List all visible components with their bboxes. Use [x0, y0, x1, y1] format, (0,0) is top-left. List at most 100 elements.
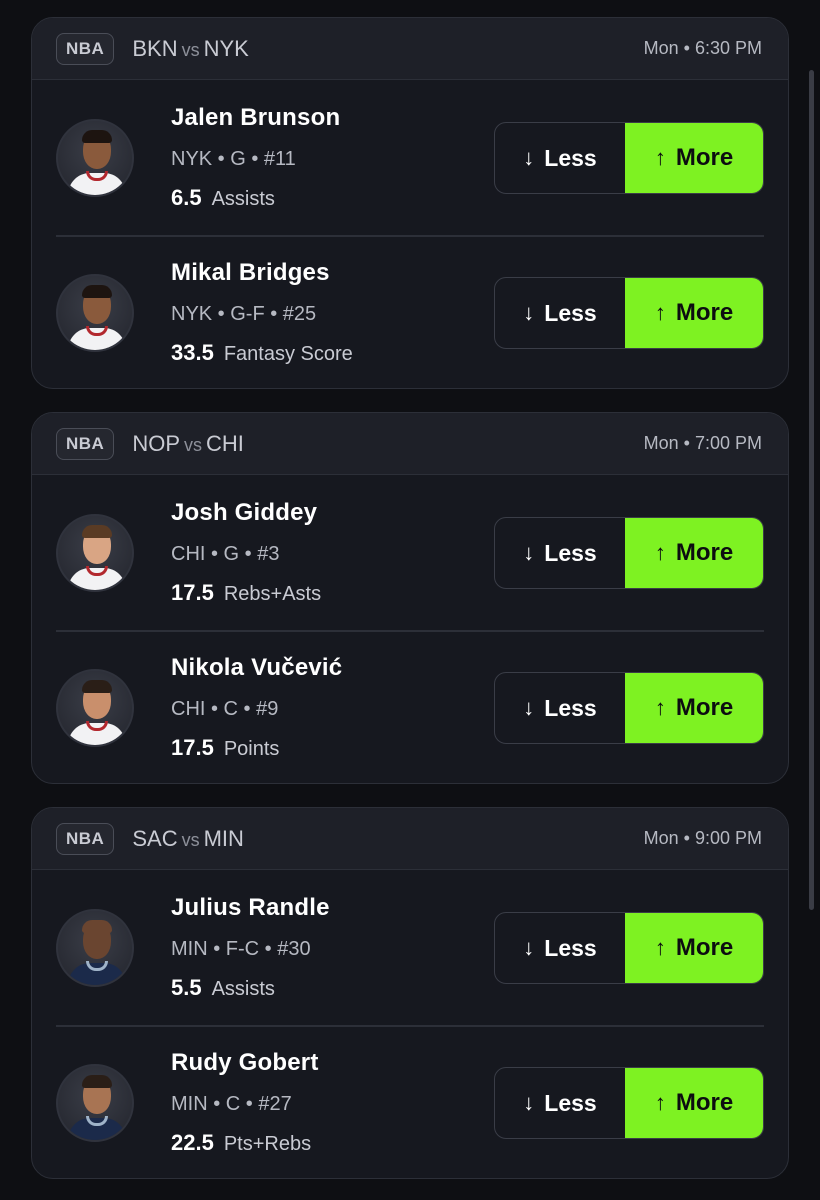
game-header: NBA SAC vs MIN Mon • 9:00 PM — [32, 808, 788, 870]
away-team: BKN — [132, 35, 178, 61]
prop-line: 33.5 Fantasy Score — [171, 340, 353, 366]
prop-stat: Points — [223, 738, 280, 760]
more-button[interactable]: ↑ More — [625, 278, 763, 348]
player-meta: NYK • G • #11 — [171, 148, 296, 170]
matchup: SAC vs MIN — [132, 826, 244, 852]
pick-group: ↓ Less ↑ More — [494, 1067, 764, 1139]
away-team: NOP — [132, 430, 181, 456]
less-label: Less — [544, 934, 597, 961]
player-avatar — [56, 908, 134, 987]
more-label: More — [675, 539, 734, 566]
league-badge: NBA — [56, 822, 115, 855]
scrollbar[interactable] — [809, 70, 814, 910]
player-avatar — [56, 513, 134, 592]
prop-value: 5.5 — [171, 975, 202, 1000]
more-label: More — [675, 934, 734, 961]
player-info: Rudy Gobert MIN • C • #27 22.5 Pts+Rebs — [171, 1049, 319, 1156]
player-info: Jalen Brunson NYK • G • #11 6.5 Assists — [171, 104, 340, 211]
more-label: More — [675, 144, 734, 171]
prop-line: 22.5 Pts+Rebs — [171, 1130, 319, 1156]
prop-value: 22.5 — [171, 1130, 214, 1155]
player-info: Nikola Vučević CHI • C • #9 17.5 Points — [171, 654, 342, 761]
prop-line: 17.5 Points — [171, 735, 342, 761]
home-team: NYK — [203, 35, 249, 61]
more-label: More — [675, 694, 734, 721]
less-button[interactable]: ↓ Less — [495, 673, 625, 743]
prop-stat: Assists — [211, 188, 275, 210]
game-time: Mon • 7:00 PM — [643, 433, 762, 453]
arrow-down-icon: ↓ — [523, 145, 535, 170]
less-label: Less — [544, 144, 597, 171]
prop-value: 33.5 — [171, 340, 214, 365]
arrow-down-icon: ↓ — [523, 695, 535, 720]
less-button[interactable]: ↓ Less — [495, 518, 625, 588]
less-button[interactable]: ↓ Less — [495, 278, 625, 348]
arrow-up-icon: ↑ — [654, 1090, 666, 1115]
more-label: More — [675, 1089, 734, 1116]
player-row: Nikola Vučević CHI • C • #9 17.5 Points … — [32, 630, 788, 783]
arrow-up-icon: ↑ — [654, 935, 666, 960]
more-button[interactable]: ↑ More — [625, 673, 763, 743]
more-button[interactable]: ↑ More — [625, 123, 763, 193]
game-card: NBA SAC vs MIN Mon • 9:00 PM Julius Rand… — [31, 807, 789, 1179]
arrow-up-icon: ↑ — [654, 145, 666, 170]
less-button[interactable]: ↓ Less — [495, 123, 625, 193]
prop-value: 6.5 — [171, 185, 202, 210]
player-row: Jalen Brunson NYK • G • #11 6.5 Assists … — [32, 80, 788, 235]
game-card: NBA NOP vs CHI Mon • 7:00 PM Josh Giddey… — [31, 412, 789, 784]
game-header: NBA BKN vs NYK Mon • 6:30 PM — [32, 18, 788, 80]
league-badge: NBA — [56, 427, 115, 460]
more-button[interactable]: ↑ More — [625, 1068, 763, 1138]
player-name: Josh Giddey — [171, 499, 318, 526]
vs-label: vs — [181, 39, 200, 60]
away-team: SAC — [132, 825, 178, 851]
arrow-up-icon: ↑ — [654, 540, 666, 565]
more-button[interactable]: ↑ More — [625, 518, 763, 588]
less-label: Less — [544, 1089, 597, 1116]
player-row: Mikal Bridges NYK • G-F • #25 33.5 Fanta… — [32, 235, 788, 388]
prop-line: 5.5 Assists — [171, 975, 330, 1001]
player-meta: MIN • C • #27 — [171, 1093, 292, 1115]
less-label: Less — [544, 539, 597, 566]
player-name: Rudy Gobert — [171, 1049, 319, 1076]
vs-label: vs — [184, 434, 203, 455]
player-meta: CHI • C • #9 — [171, 698, 279, 720]
player-avatar — [56, 1063, 134, 1142]
player-info: Mikal Bridges NYK • G-F • #25 33.5 Fanta… — [171, 259, 353, 366]
more-button[interactable]: ↑ More — [625, 913, 763, 983]
pick-group: ↓ Less ↑ More — [494, 277, 764, 349]
pick-group: ↓ Less ↑ More — [494, 672, 764, 744]
player-name: Nikola Vučević — [171, 654, 343, 681]
game-time: Mon • 6:30 PM — [643, 38, 762, 58]
player-row: Josh Giddey CHI • G • #3 17.5 Rebs+Asts … — [32, 475, 788, 630]
player-info: Josh Giddey CHI • G • #3 17.5 Rebs+Asts — [171, 499, 321, 606]
player-name: Julius Randle — [171, 894, 330, 921]
player-avatar — [56, 668, 134, 747]
player-meta: CHI • G • #3 — [171, 543, 280, 565]
prop-stat: Pts+Rebs — [223, 1133, 312, 1155]
arrow-down-icon: ↓ — [523, 300, 535, 325]
less-button[interactable]: ↓ Less — [495, 913, 625, 983]
prop-stat: Rebs+Asts — [223, 583, 322, 605]
vs-label: vs — [181, 829, 200, 850]
player-name: Mikal Bridges — [171, 259, 330, 286]
prop-line: 17.5 Rebs+Asts — [171, 580, 321, 606]
player-meta: NYK • G-F • #25 — [171, 303, 317, 325]
matchup: BKN vs NYK — [132, 36, 249, 62]
game-time: Mon • 9:00 PM — [643, 828, 762, 848]
player-info: Julius Randle MIN • F-C • #30 5.5 Assist… — [171, 894, 330, 1001]
league-badge: NBA — [56, 32, 115, 65]
game-header: NBA NOP vs CHI Mon • 7:00 PM — [32, 413, 788, 475]
player-row: Rudy Gobert MIN • C • #27 22.5 Pts+Rebs … — [32, 1025, 788, 1178]
arrow-down-icon: ↓ — [523, 1090, 535, 1115]
arrow-down-icon: ↓ — [523, 540, 535, 565]
player-meta: MIN • F-C • #30 — [171, 938, 311, 960]
home-team: CHI — [206, 430, 244, 456]
prop-stat: Assists — [211, 978, 275, 1000]
less-label: Less — [544, 694, 597, 721]
less-button[interactable]: ↓ Less — [495, 1068, 625, 1138]
prop-value: 17.5 — [171, 735, 214, 760]
player-row: Julius Randle MIN • F-C • #30 5.5 Assist… — [32, 870, 788, 1025]
prop-value: 17.5 — [171, 580, 214, 605]
home-team: MIN — [203, 825, 244, 851]
